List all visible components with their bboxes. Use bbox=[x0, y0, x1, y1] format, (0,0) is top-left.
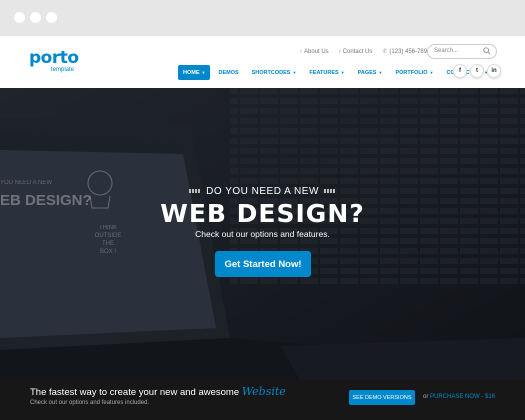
kicker-bar-right bbox=[323, 189, 336, 194]
browser-chrome bbox=[0, 0, 525, 36]
purchase-or: or bbox=[423, 394, 429, 400]
hero-kicker-text: DO YOU NEED A NEW bbox=[206, 186, 319, 197]
nav-label: SHORTCODES bbox=[251, 69, 291, 76]
caret-down-icon: ▼ bbox=[429, 70, 434, 75]
get-started-button[interactable]: Get Started Now! bbox=[215, 251, 311, 277]
chevron-right-icon: › bbox=[300, 48, 302, 55]
logo-name: porto bbox=[29, 48, 79, 68]
caret-down-icon: ▼ bbox=[292, 70, 297, 75]
footer-tagline: The fastest way to create your new and a… bbox=[30, 385, 286, 398]
purchase-label: PURCHASE NOW - $16 bbox=[430, 394, 496, 400]
nav-portfolio[interactable]: PORTFOLIO ▼ bbox=[390, 65, 438, 80]
window-dot bbox=[46, 12, 57, 23]
search-icon[interactable] bbox=[483, 47, 491, 55]
nav-label: HOME bbox=[183, 69, 200, 76]
phone-icon: ✆ bbox=[382, 49, 388, 55]
caret-down-icon: ▼ bbox=[201, 70, 206, 75]
toplink-label: About Us bbox=[304, 48, 329, 55]
site-header: porto template › About Us › Contact Us ✆… bbox=[0, 36, 525, 88]
footer-tagline-text: The fastest way to create your new and a… bbox=[30, 387, 240, 398]
kicker-bar-left bbox=[189, 189, 202, 194]
toplink-contact[interactable]: › Contact Us bbox=[339, 48, 373, 55]
nav-label: FEATURES bbox=[309, 69, 339, 76]
search-input[interactable]: Search... bbox=[427, 44, 497, 59]
hero-subtext: Check out our options and features. bbox=[195, 229, 330, 239]
nav-label: PORTFOLIO bbox=[395, 69, 428, 76]
main-nav: HOME ▼ DEMOS SHORTCODES ▼ FEATURES ▼ PAGES ▼… bbox=[178, 65, 496, 80]
search-placeholder: Search... bbox=[434, 48, 459, 54]
top-links: › About Us › Contact Us ✆ (123) 456-789 bbox=[300, 48, 428, 56]
footer-subtext: Check out our options and features inclu… bbox=[30, 400, 150, 406]
chevron-right-icon: › bbox=[338, 48, 341, 55]
toplink-about[interactable]: › About Us bbox=[300, 48, 329, 55]
twitter-icon[interactable]: t bbox=[470, 64, 484, 78]
hero-kicker: DO YOU NEED A NEW bbox=[0, 186, 525, 197]
window-dot bbox=[14, 12, 25, 23]
window-dot bbox=[30, 12, 41, 23]
logo[interactable]: porto template bbox=[29, 48, 79, 74]
nav-pages[interactable]: PAGES ▼ bbox=[353, 65, 388, 80]
purchase-link[interactable]: or PURCHASE NOW - $16 bbox=[423, 394, 495, 400]
nav-label: PAGES bbox=[357, 69, 377, 76]
linkedin-icon[interactable]: in bbox=[487, 64, 501, 78]
social-links: f t in bbox=[453, 64, 501, 78]
nav-home[interactable]: HOME ▼ bbox=[178, 65, 211, 80]
caret-down-icon: ▼ bbox=[340, 70, 345, 75]
hero-headline: WEB DESIGN? bbox=[160, 199, 365, 228]
nav-label: DEMOS bbox=[218, 69, 239, 76]
caret-down-icon: ▼ bbox=[378, 70, 383, 75]
nav-features[interactable]: FEATURES ▼ bbox=[304, 65, 349, 80]
toplink-label: (123) 456-789 bbox=[389, 48, 428, 55]
footer-tagline-emphasis: Website bbox=[241, 385, 286, 398]
nav-demos[interactable]: DEMOS bbox=[213, 65, 243, 80]
toplink-label: Contact Us bbox=[342, 48, 373, 55]
facebook-icon[interactable]: f bbox=[453, 64, 467, 78]
toplink-phone[interactable]: ✆ (123) 456-789 bbox=[382, 48, 428, 56]
nav-shortcodes[interactable]: SHORTCODES ▼ bbox=[247, 65, 302, 80]
see-demo-button[interactable]: SEE DEMO VERSIONS bbox=[349, 390, 415, 405]
